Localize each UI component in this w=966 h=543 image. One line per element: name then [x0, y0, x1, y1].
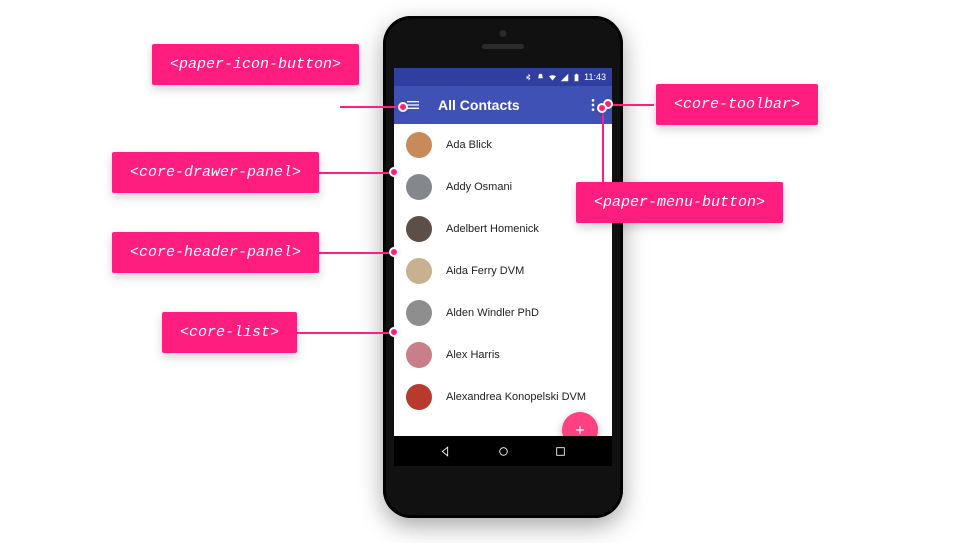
callout-core-toolbar: <core-toolbar>	[656, 84, 818, 125]
contact-name: Aida Ferry DVM	[446, 265, 524, 277]
avatar	[406, 132, 432, 158]
contact-name: Alex Harris	[446, 349, 500, 361]
contact-name: Adelbert Homenick	[446, 223, 539, 235]
callout-text: <core-header-panel>	[130, 244, 301, 261]
avatar	[406, 384, 432, 410]
contact-name: Ada Blick	[446, 139, 492, 151]
phone-frame: 11:43 All Contacts Ada Blick	[383, 16, 623, 518]
contact-name: Alden Windler PhD	[446, 307, 539, 319]
wifi-icon	[548, 73, 557, 82]
callout-tail	[562, 196, 576, 210]
list-item[interactable]: Alden Windler PhD	[394, 292, 612, 334]
callout-dot	[389, 247, 399, 257]
diagram-stage: 11:43 All Contacts Ada Blick	[0, 0, 966, 543]
nav-recent-icon[interactable]	[554, 445, 567, 458]
phone-camera	[500, 30, 507, 37]
callout-text: <paper-menu-button>	[594, 194, 765, 211]
signal-icon	[560, 73, 569, 82]
avatar	[406, 258, 432, 284]
callout-paper-icon-button: <paper-icon-button>	[152, 44, 359, 85]
callout-text: <core-toolbar>	[674, 96, 800, 113]
toolbar-title: All Contacts	[438, 97, 582, 113]
callout-text: <paper-icon-button>	[170, 56, 341, 73]
callout-paper-menu-button: <paper-menu-button>	[576, 182, 783, 223]
avatar	[406, 342, 432, 368]
list-item[interactable]: Aida Ferry DVM	[394, 250, 612, 292]
callout-core-list: <core-list>	[162, 312, 297, 353]
android-nav-bar	[394, 436, 612, 466]
phone-screen: 11:43 All Contacts Ada Blick	[394, 68, 612, 466]
callout-text: <core-list>	[180, 324, 279, 341]
contact-name: Alexandrea Konopelski DVM	[446, 391, 586, 403]
connector	[306, 252, 394, 254]
nav-home-icon[interactable]	[497, 445, 510, 458]
connector	[340, 106, 400, 108]
battery-icon	[572, 73, 581, 82]
core-list: Ada Blick Addy Osmani Adelbert Homenick …	[394, 124, 612, 418]
callout-dot	[398, 102, 408, 112]
list-item[interactable]: Alex Harris	[394, 334, 612, 376]
callout-tail	[359, 58, 373, 72]
status-time: 11:43	[584, 72, 606, 82]
contact-name: Addy Osmani	[446, 181, 512, 193]
android-status-bar: 11:43	[394, 68, 612, 86]
callout-text: <core-drawer-panel>	[130, 164, 301, 181]
callout-dot	[389, 167, 399, 177]
core-toolbar: All Contacts	[394, 86, 612, 124]
connector	[602, 108, 604, 186]
connector	[304, 172, 394, 174]
avatar	[406, 174, 432, 200]
list-item[interactable]: Ada Blick	[394, 124, 612, 166]
add-icon	[573, 423, 587, 437]
connector	[608, 104, 654, 106]
callout-core-drawer-panel: <core-drawer-panel>	[112, 152, 319, 193]
callout-core-header-panel: <core-header-panel>	[112, 232, 319, 273]
connector	[286, 332, 394, 334]
nav-back-icon[interactable]	[439, 445, 452, 458]
callout-dot	[597, 103, 607, 113]
silent-icon	[536, 73, 545, 82]
avatar	[406, 300, 432, 326]
phone-speaker	[482, 44, 524, 49]
avatar	[406, 216, 432, 242]
callout-dot	[389, 327, 399, 337]
bluetooth-icon	[524, 73, 533, 82]
